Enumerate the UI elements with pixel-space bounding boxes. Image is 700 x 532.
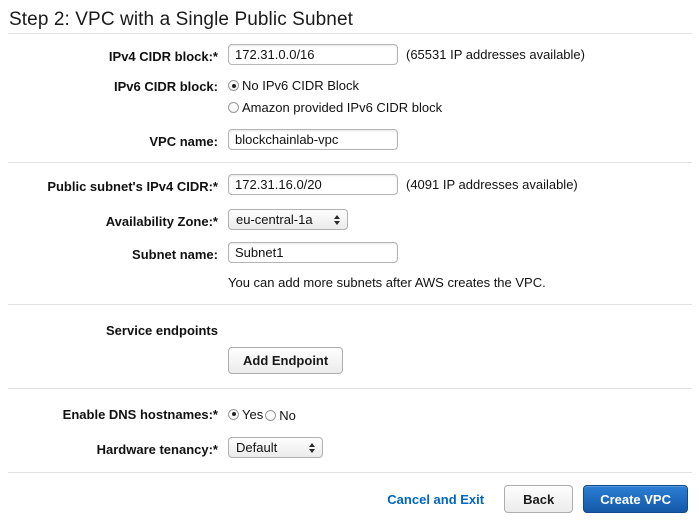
row-ipv6-cidr: IPv6 CIDR block: No IPv6 CIDR Block Amaz… [0, 74, 700, 117]
hardware-tenancy-value: Default [236, 440, 278, 455]
dns-hostnames-option-no[interactable]: No [265, 406, 296, 425]
row-dns-hostnames: Enable DNS hostnames:* Yes No [0, 402, 700, 425]
row-public-subnet-cidr: Public subnet's IPv4 CIDR:* (4091 IP add… [0, 174, 700, 195]
radio-icon-selected [228, 80, 239, 91]
subnet-helper-spacer [0, 275, 218, 280]
ipv4-cidr-helper: (65531 IP addresses available) [406, 47, 585, 62]
footer-actions: Cancel and Exit Back Create VPC [0, 473, 700, 513]
subnet-helper-text: You can add more subnets after AWS creat… [228, 275, 546, 290]
dns-hostnames-option-yes[interactable]: Yes [228, 405, 263, 424]
row-vpc-name: VPC name: [0, 129, 700, 162]
row-service-endpoints: Service endpoints [0, 318, 700, 338]
row-availability-zone: Availability Zone:* eu-central-1a [0, 209, 700, 230]
availability-zone-value: eu-central-1a [236, 212, 313, 227]
availability-zone-label: Availability Zone:* [105, 214, 218, 229]
row-subnet-name: Subnet name: [0, 242, 700, 263]
add-endpoint-spacer [0, 347, 218, 352]
public-subnet-cidr-label: Public subnet's IPv4 CIDR:* [47, 179, 218, 194]
row-hardware-tenancy: Hardware tenancy:* Default [0, 437, 700, 472]
service-endpoints-label: Service endpoints [106, 323, 218, 338]
dns-hostnames-no-label: No [279, 408, 296, 423]
public-subnet-cidr-helper: (4091 IP addresses available) [406, 177, 578, 192]
subnet-name-input[interactable] [228, 242, 398, 263]
public-subnet-cidr-input[interactable] [228, 174, 398, 195]
ipv6-option-none-label: No IPv6 CIDR Block [242, 78, 360, 93]
row-ipv4-cidr: IPv4 CIDR block:* (65531 IP addresses av… [0, 44, 700, 65]
cancel-and-exit-link[interactable]: Cancel and Exit [387, 492, 484, 507]
vpc-name-label: VPC name: [149, 134, 218, 149]
vpc-name-input[interactable] [228, 129, 398, 150]
ipv6-option-amazon[interactable]: Amazon provided IPv6 CIDR block [228, 98, 442, 117]
ipv6-cidr-label: IPv6 CIDR block: [113, 79, 218, 94]
ipv4-cidr-input[interactable] [228, 44, 398, 65]
chevron-updown-icon [334, 214, 340, 225]
radio-icon-unselected [228, 102, 239, 113]
hardware-tenancy-select[interactable]: Default [228, 437, 323, 458]
create-vpc-button[interactable]: Create VPC [583, 485, 688, 513]
availability-zone-select[interactable]: eu-central-1a [228, 209, 348, 230]
ipv4-cidr-label: IPv4 CIDR block:* [108, 49, 218, 64]
back-button[interactable]: Back [504, 485, 574, 513]
ipv6-option-none[interactable]: No IPv6 CIDR Block [228, 76, 442, 95]
hardware-tenancy-label: Hardware tenancy:* [96, 442, 218, 457]
row-add-endpoint: Add Endpoint [0, 347, 700, 388]
add-endpoint-button[interactable]: Add Endpoint [228, 347, 344, 374]
dns-hostnames-label: Enable DNS hostnames:* [62, 407, 218, 422]
dns-hostnames-yes-label: Yes [242, 406, 264, 422]
radio-icon-selected [228, 408, 239, 420]
ipv6-option-amazon-label: Amazon provided IPv6 CIDR block [242, 100, 443, 115]
subnet-name-label: Subnet name: [132, 247, 218, 262]
row-subnet-helper: You can add more subnets after AWS creat… [0, 275, 700, 304]
vpc-wizard-step2: Step 2: VPC with a Single Public Subnet … [0, 0, 700, 532]
chevron-updown-icon [309, 442, 315, 453]
page-title: Step 2: VPC with a Single Public Subnet [9, 9, 353, 30]
radio-icon-unselected [265, 410, 277, 421]
